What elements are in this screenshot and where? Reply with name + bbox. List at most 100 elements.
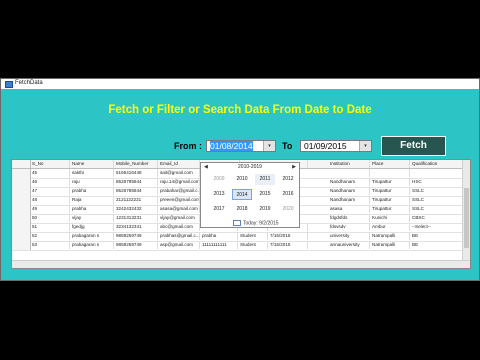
table-cell[interactable]: prabha: [70, 187, 114, 195]
table-cell[interactable]: prabhas@gmail.c...: [158, 232, 200, 240]
table-cell[interactable]: fdgdsfds: [328, 214, 370, 222]
table-cell[interactable]: sait@gmail.com: [158, 169, 200, 177]
table-cell[interactable]: 48: [30, 196, 70, 204]
table-cell[interactable]: --Select--: [410, 223, 465, 231]
row-header[interactable]: [12, 232, 31, 241]
table-cell[interactable]: Natrampalli: [370, 232, 410, 240]
row-header[interactable]: [12, 205, 31, 214]
row-header[interactable]: [12, 178, 31, 187]
column-header[interactable]: Qualification: [410, 160, 465, 168]
table-cell[interactable]: 51: [30, 223, 70, 231]
table-cell[interactable]: 46: [30, 178, 70, 186]
table-cell[interactable]: prabagaran s: [70, 241, 114, 249]
table-cell[interactable]: CBSC: [410, 214, 465, 222]
table-cell[interactable]: 2121122221: [114, 196, 158, 204]
year-cell[interactable]: 2018: [232, 204, 252, 215]
vertical-scrollbar[interactable]: [462, 160, 470, 268]
table-cell[interactable]: Nandhanam: [328, 178, 370, 186]
table-cell[interactable]: [370, 169, 410, 177]
horizontal-scrollbar[interactable]: [12, 260, 470, 268]
year-cell[interactable]: 2016: [278, 189, 298, 200]
table-cell[interactable]: SSLC: [410, 205, 465, 213]
table-cell[interactable]: [328, 169, 370, 177]
table-cell[interactable]: [410, 169, 465, 177]
row-header[interactable]: [12, 241, 31, 250]
table-cell[interactable]: 49: [30, 205, 70, 213]
column-header[interactable]: Mobile_Number: [114, 160, 158, 168]
calendar-dropdown-icon[interactable]: ▾: [263, 141, 275, 151]
calendar-dropdown-icon[interactable]: ▾: [359, 141, 371, 151]
table-cell[interactable]: vijay: [70, 214, 114, 222]
year-cell[interactable]: 2020: [278, 204, 298, 215]
table-cell[interactable]: 7/15/2015: [268, 232, 308, 240]
to-date-picker[interactable]: 01/09/2015 ▾: [300, 140, 372, 152]
column-header[interactable]: Name: [70, 160, 114, 168]
table-cell[interactable]: 8526785844: [114, 178, 158, 186]
table-cell[interactable]: prabha: [70, 205, 114, 213]
table-cell[interactable]: 45: [30, 169, 70, 177]
table-cell[interactable]: Tirupattur: [370, 196, 410, 204]
table-cell[interactable]: 11111111111: [200, 241, 238, 249]
table-cell[interactable]: raju.14@gmail.com: [158, 178, 200, 186]
table-cell[interactable]: prabahar@gmail.c...: [158, 187, 200, 195]
table-cell[interactable]: prabha: [200, 232, 238, 240]
table-cell[interactable]: Student: [238, 241, 268, 249]
year-cell[interactable]: 2013: [209, 189, 229, 200]
table-cell[interactable]: 53: [30, 241, 70, 249]
table-cell[interactable]: 50: [30, 214, 70, 222]
row-header[interactable]: [12, 169, 31, 178]
table-cell[interactable]: Tirupattur: [370, 205, 410, 213]
column-header[interactable]: S_No: [30, 160, 70, 168]
table-cell[interactable]: 47: [30, 187, 70, 195]
scroll-thumb[interactable]: [464, 188, 469, 248]
table-row[interactable]: 53 prabagaran s 9859259749 asp@gmail.com 111…: [12, 241, 470, 251]
table-cell[interactable]: Natrampalli: [370, 241, 410, 249]
table-cell[interactable]: preeen@gmail.com: [158, 196, 200, 204]
table-cell[interactable]: Ambur: [370, 223, 410, 231]
table-cell[interactable]: Student: [238, 232, 268, 240]
table-cell[interactable]: SSLC: [410, 196, 465, 204]
table-cell[interactable]: 3242432432: [114, 205, 158, 213]
calendar-dropdown[interactable]: ◀ 2010-2019 ▶ 2009 2010 2011 2012 2013 2014 20…: [200, 162, 300, 228]
year-cell[interactable]: 2009: [209, 174, 229, 185]
table-cell[interactable]: 9859259749: [114, 232, 158, 240]
table-cell[interactable]: Nandhanam: [328, 196, 370, 204]
year-cell[interactable]: 2019: [255, 204, 275, 215]
column-header[interactable]: Institution: [328, 160, 370, 168]
table-cell[interactable]: 5165416448: [114, 169, 158, 177]
table-cell[interactable]: 3234132341: [114, 223, 158, 231]
table-cell[interactable]: BE: [410, 232, 465, 240]
table-cell[interactable]: asasa@gmail.com: [158, 205, 200, 213]
row-header[interactable]: [12, 223, 31, 232]
table-cell[interactable]: SSLC: [410, 187, 465, 195]
table-cell[interactable]: asp@gmail.com: [158, 241, 200, 249]
year-cell[interactable]: 2011: [255, 174, 275, 185]
column-header[interactable]: Email_Id: [158, 160, 200, 168]
table-cell[interactable]: 1231313231: [114, 214, 158, 222]
year-cell[interactable]: 2014: [232, 189, 252, 200]
table-cell[interactable]: annauniversity: [328, 241, 370, 249]
table-cell[interactable]: fgedjg: [70, 223, 114, 231]
table-cell[interactable]: Kunichi: [370, 214, 410, 222]
table-cell[interactable]: Tirupattur: [370, 178, 410, 186]
table-cell[interactable]: Nandhanam: [328, 187, 370, 195]
table-cell[interactable]: 9859259749: [114, 241, 158, 249]
from-date-picker[interactable]: 01/08/2014 ▾: [206, 140, 276, 152]
column-header[interactable]: Place: [370, 160, 410, 168]
row-header[interactable]: [12, 196, 31, 205]
table-cell[interactable]: 7/15/2015: [268, 241, 308, 249]
table-cell[interactable]: fdsvsdv: [328, 223, 370, 231]
today-link[interactable]: Today: 9/2/2015: [233, 220, 279, 226]
table-cell[interactable]: sakthi: [70, 169, 114, 177]
year-cell[interactable]: 2012: [278, 174, 298, 185]
table-cell[interactable]: HSC: [410, 178, 465, 186]
table-cell[interactable]: abc@gmail.com: [158, 223, 200, 231]
year-cell[interactable]: 2017: [209, 204, 229, 215]
year-cell[interactable]: 2015: [255, 189, 275, 200]
fetch-button[interactable]: Fetch: [381, 136, 446, 156]
table-cell[interactable]: 52: [30, 232, 70, 240]
table-cell[interactable]: raju: [70, 178, 114, 186]
row-header[interactable]: [12, 187, 31, 196]
year-cell[interactable]: 2010: [232, 174, 252, 185]
table-cell[interactable]: Raja: [70, 196, 114, 204]
